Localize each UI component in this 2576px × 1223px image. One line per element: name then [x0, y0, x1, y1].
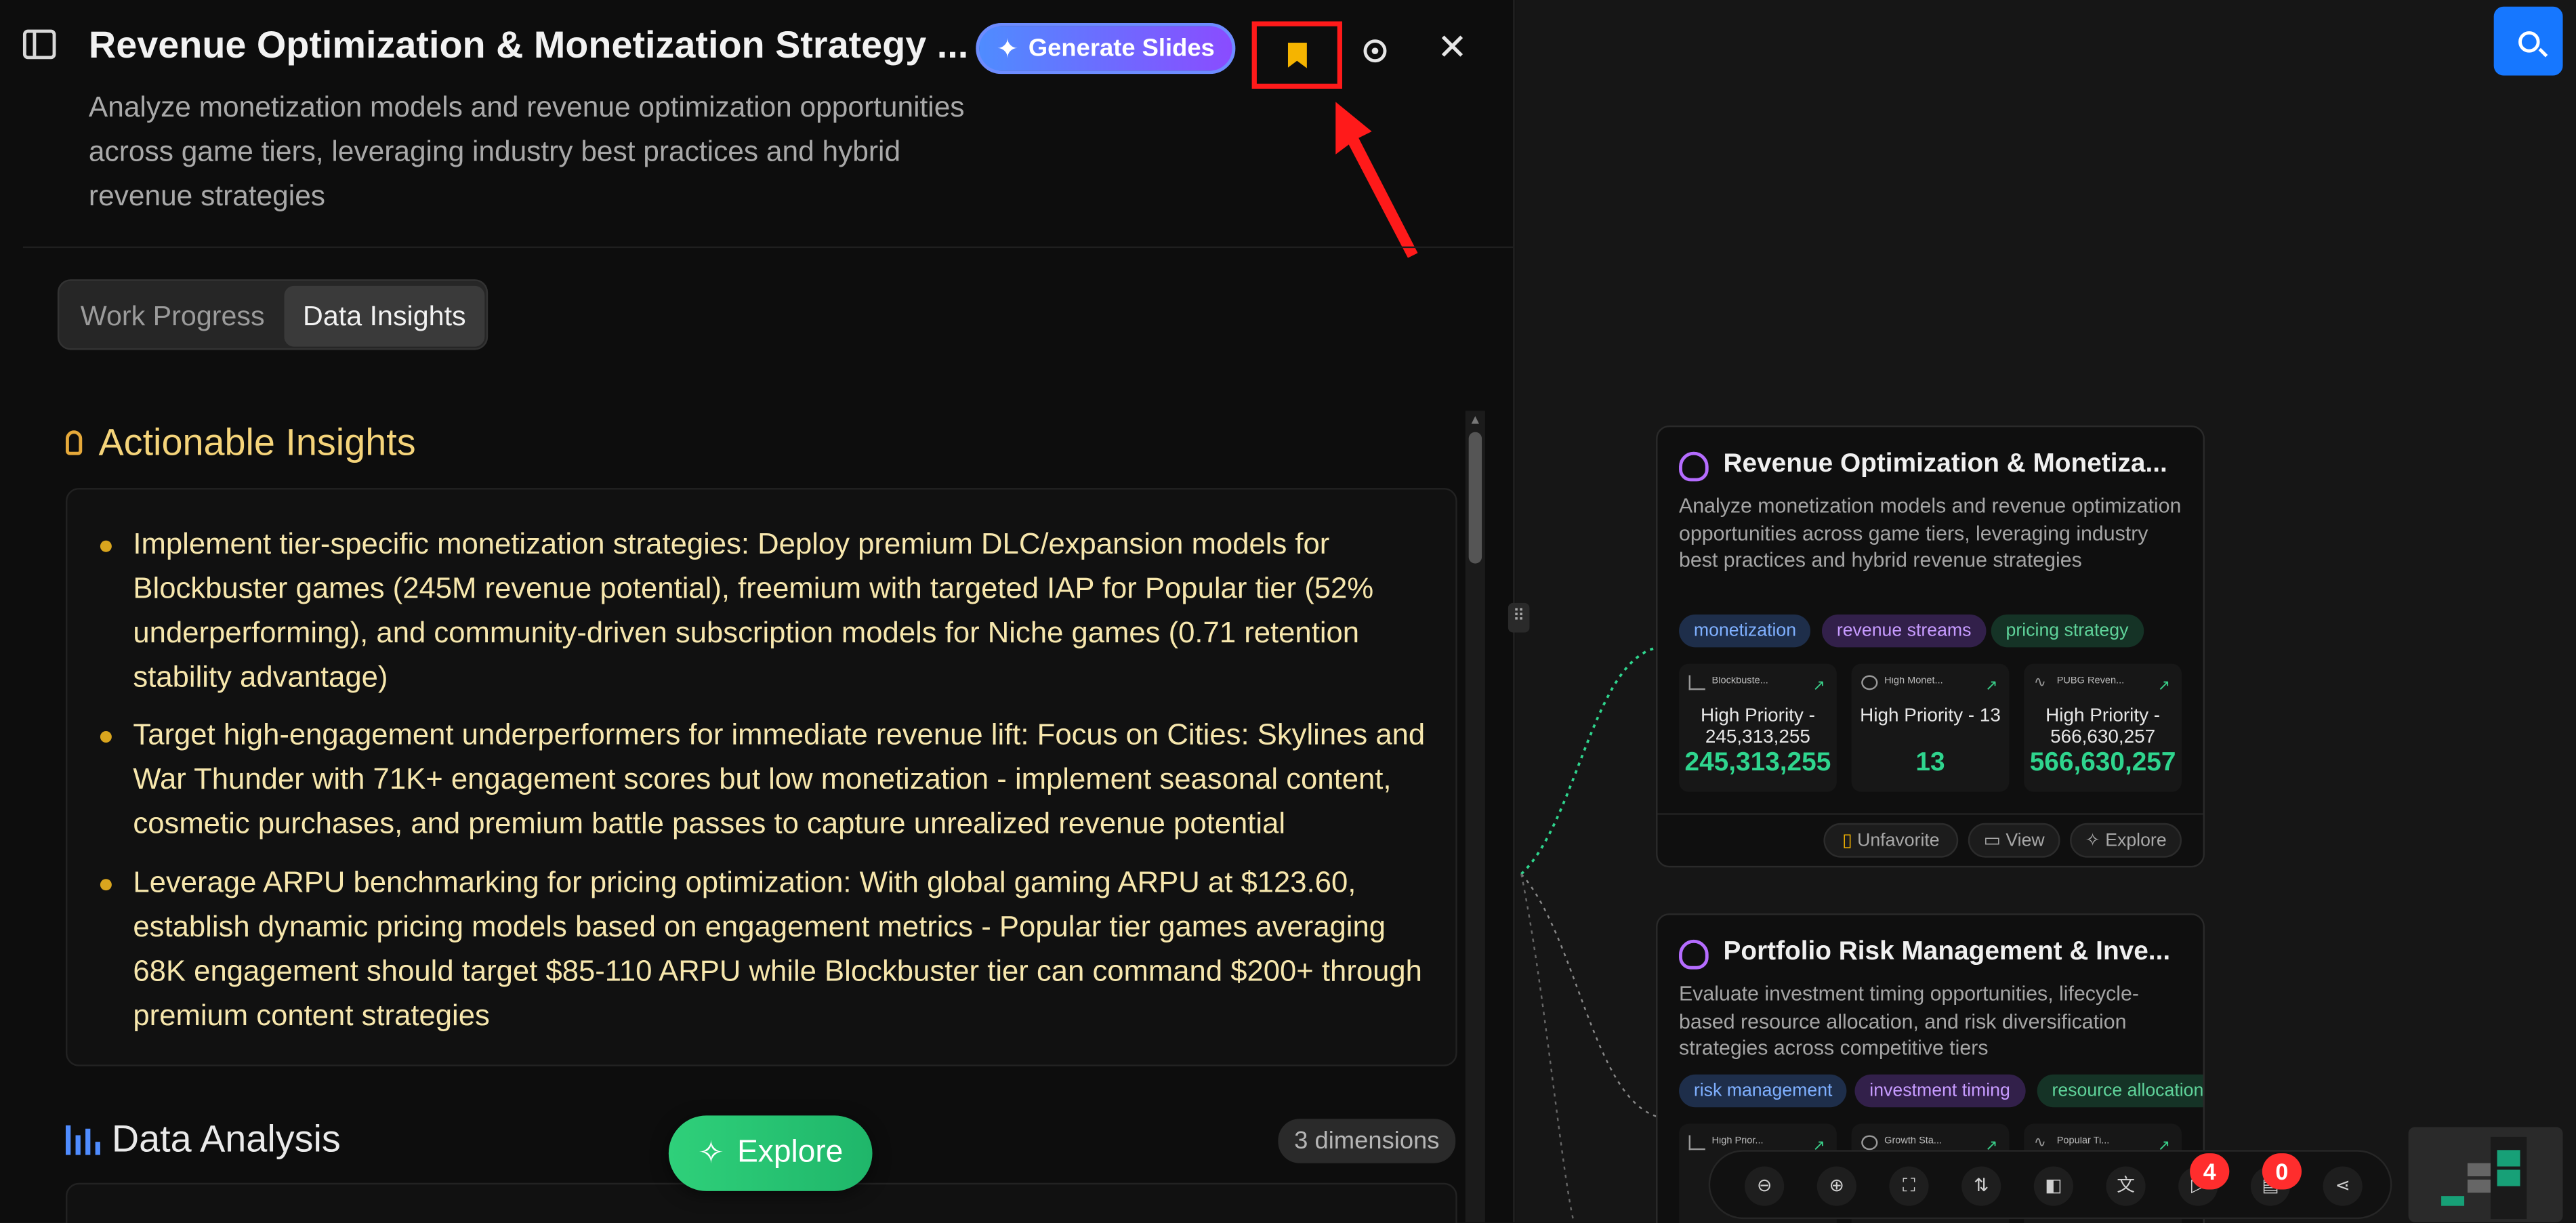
minimap-node	[2497, 1169, 2520, 1186]
bookmark-icon: ▯	[1842, 831, 1852, 851]
close-button[interactable]: ✕	[1436, 28, 1468, 66]
tag: risk management	[1679, 1074, 1848, 1108]
scroll-up-icon[interactable]: ▲	[1467, 413, 1483, 427]
trend-up-icon: ↗	[1812, 676, 1825, 694]
minimap-node	[2497, 1150, 2520, 1167]
search-button[interactable]	[2493, 6, 2563, 76]
stat-tile: ∿ PUBG Reven... ↗ High Priority - 566,63…	[2024, 663, 2182, 792]
view-icon: ▭	[1983, 831, 2001, 851]
sort-icon[interactable]: ⇅	[1961, 1166, 2001, 1206]
sparkle-icon: ✧	[2085, 831, 2100, 851]
insight-text: Implement tier-specific monetization str…	[133, 527, 1374, 694]
stat-name: Blockbuste...	[1711, 676, 1768, 687]
locate-button[interactable]	[1357, 33, 1393, 68]
stat-label: High Priority - 566,630,257	[2045, 706, 2161, 748]
divider	[22, 246, 1515, 249]
divider	[1657, 813, 2203, 815]
data-analysis-heading-text: Data Analysis	[111, 1117, 341, 1160]
stat-label: High Priority - 245,313,255	[1700, 706, 1815, 748]
locate-icon	[1363, 39, 1387, 63]
stat-name: High Prior...	[1711, 1136, 1764, 1147]
stat-value: 245,313,255	[1684, 749, 1831, 777]
unfavorite-button[interactable]: ▯ Unfavorite	[1823, 823, 1959, 858]
zoom-out-icon[interactable]: ⊖	[1745, 1166, 1785, 1206]
list-item: Leverage ARPU benchmarking for pricing o…	[100, 861, 1431, 1039]
stat-tile: Blockbuste... ↗ High Priority - 245,313,…	[1679, 663, 1837, 792]
scrollbar-thumb[interactable]	[1468, 432, 1482, 564]
generate-slides-button[interactable]: ✦ Generate Slides	[976, 22, 1236, 75]
dimensions-badge: 3 dimensions	[1278, 1119, 1456, 1163]
bullet-icon	[100, 879, 112, 891]
minimap[interactable]	[2408, 1127, 2563, 1222]
minimap-node	[2467, 1179, 2491, 1193]
explore-label: Explore	[2105, 831, 2167, 851]
translate-icon[interactable]: 文	[2106, 1166, 2146, 1206]
view-label: View	[2006, 831, 2045, 851]
trend-up-icon: ↗	[2157, 676, 2171, 694]
brain-icon	[1679, 451, 1709, 482]
tag: monetization	[1679, 614, 1811, 648]
card-title: Portfolio Risk Management & Inve...	[1723, 938, 2171, 966]
bullet-icon	[100, 540, 112, 552]
explore-label: Explore	[737, 1135, 844, 1170]
bar-chart-icon	[65, 1123, 100, 1155]
stat-name: Popular Ti...	[2056, 1136, 2110, 1147]
stat-value: 566,630,257	[2029, 749, 2176, 777]
page-title: Revenue Optimization & Monetization Stra…	[88, 22, 969, 66]
tag: resource allocation	[2037, 1074, 2203, 1108]
stat-name: Growth Sta...	[1884, 1136, 1943, 1147]
generate-slides-label: Generate Slides	[1028, 34, 1215, 63]
bookmark-button[interactable]	[1251, 21, 1342, 89]
tab-bar: Work Progress Data Insights	[57, 279, 489, 350]
explore-button[interactable]: ✧ Explore	[668, 1115, 873, 1191]
notification-badge: 4	[2190, 1153, 2230, 1190]
bookmark-icon	[1287, 41, 1307, 68]
tag: revenue streams	[1821, 614, 1987, 648]
stat-label: High Priority - 13	[1860, 706, 2001, 726]
zoom-in-icon[interactable]: ⊕	[1816, 1166, 1856, 1206]
insight-text: Target high-engagement underperformers f…	[133, 718, 1426, 840]
tag: pricing strategy	[1991, 614, 2144, 648]
view-button[interactable]: ▭ View	[1968, 823, 2060, 858]
minimap-node	[2441, 1196, 2465, 1206]
card-explore-button[interactable]: ✧ Explore	[2070, 823, 2182, 858]
insight-card[interactable]: Revenue Optimization & Monetiza... Analy…	[1656, 425, 2205, 868]
card-description: Evaluate investment timing opportunities…	[1679, 982, 2139, 1060]
search-icon	[2517, 30, 2539, 52]
brain-icon	[1679, 939, 1709, 970]
insights-heading: Actionable Insights	[65, 420, 416, 465]
data-analysis-heading: Data Analysis	[65, 1117, 341, 1161]
tag: investment timing	[1854, 1074, 2025, 1108]
minimap-node	[2467, 1163, 2491, 1177]
trend-up-icon: ↗	[1985, 676, 1998, 694]
insight-text: Leverage ARPU benchmarking for pricing o…	[133, 865, 1422, 1032]
tab-work-progress[interactable]: Work Progress	[64, 286, 285, 347]
panel-icon[interactable]: ◧	[2033, 1166, 2073, 1206]
sparkle-icon: ✧	[698, 1136, 724, 1171]
sparkle-icon: ✦	[996, 35, 1019, 64]
card-description: Analyze monetization models and revenue …	[1679, 494, 2182, 573]
connector-lines	[1520, 646, 1660, 1222]
notification-badge: 0	[2262, 1153, 2302, 1190]
bullet-icon	[100, 730, 112, 743]
list-item: Implement tier-specific monetization str…	[100, 522, 1431, 700]
stat-tile: High Monet... ↗ High Priority - 13 13	[1851, 663, 2010, 792]
card-title: Revenue Optimization & Monetiza...	[1723, 450, 2167, 478]
unfavorite-label: Unfavorite	[1857, 831, 1940, 851]
annotation-arrow	[1335, 102, 1418, 258]
insights-heading-text: Actionable Insights	[98, 420, 416, 463]
fit-view-icon[interactable]: ⛶	[1889, 1166, 1929, 1206]
stat-name: PUBG Reven...	[2056, 676, 2125, 687]
sidebar-toggle-icon[interactable]	[22, 29, 56, 60]
stat-name: High Monet...	[1884, 676, 1943, 687]
lightbulb-icon	[65, 430, 83, 455]
tab-data-insights[interactable]: Data Insights	[284, 285, 485, 347]
share-icon[interactable]: ⋖	[2323, 1166, 2363, 1206]
list-item: Target high-engagement underperformers f…	[100, 713, 1431, 846]
stat-value: 13	[1915, 749, 1945, 777]
insights-box: Implement tier-specific monetization str…	[65, 488, 1457, 1066]
page-description: Analyze monetization models and revenue …	[88, 90, 965, 212]
